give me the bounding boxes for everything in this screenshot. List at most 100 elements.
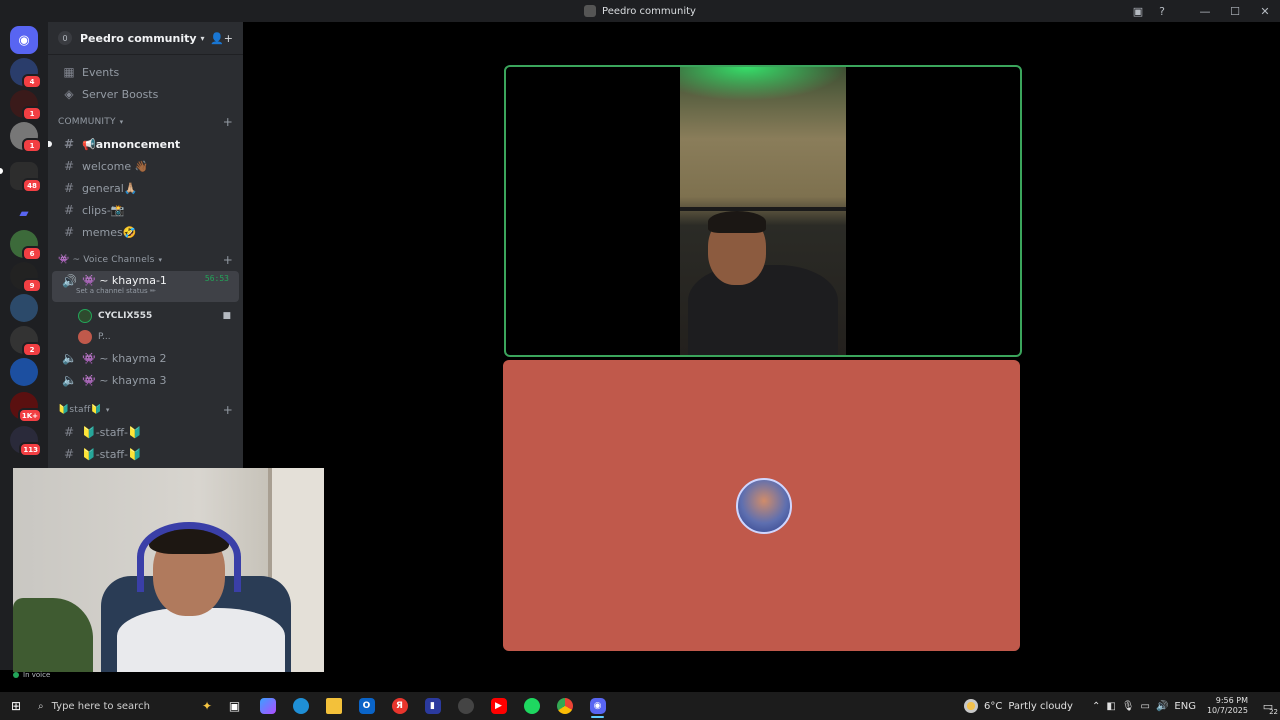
channel-welcome[interactable]: # welcome 👋🏾 [52, 155, 239, 177]
sidebar-item-server-boosts[interactable]: ◈ Server Boosts [52, 83, 239, 105]
add-channel-icon[interactable]: + [223, 403, 233, 417]
channel-staff[interactable]: # 🔰-staff-🔰 [52, 421, 239, 443]
add-channel-icon[interactable]: + [223, 253, 233, 267]
server-icon[interactable]: 9 [10, 262, 42, 293]
voice-timer: 56:53 [204, 274, 229, 283]
channel-clips[interactable]: # clips-📸 [52, 199, 239, 221]
video-tile-camera[interactable] [504, 65, 1022, 357]
chrome-icon[interactable] [548, 692, 581, 720]
badge: 9 [22, 278, 42, 293]
inbox-icon[interactable]: ▣ [1126, 0, 1150, 22]
maximize-button[interactable]: ☐ [1220, 0, 1250, 22]
channel-label: 👾 ~ khayma 3 [82, 373, 167, 387]
status-dot [13, 672, 19, 678]
hash-icon: # [63, 181, 75, 195]
server-icon[interactable]: 1 [10, 122, 42, 153]
voice-channel-khayma-2[interactable]: 🔈 👾 ~ khayma 2 [52, 347, 239, 369]
chevron-up-icon[interactable]: ⌃ [1092, 701, 1100, 712]
task-view-icon[interactable]: ▣ [218, 692, 251, 720]
windows-start-icon[interactable]: ⊞ [0, 692, 32, 720]
chevron-down-icon: ▾ [200, 33, 205, 43]
channel-label: clips-📸 [82, 203, 125, 217]
headset [137, 522, 241, 592]
invite-people-icon[interactable]: 👤+ [210, 32, 233, 45]
discord-home-icon[interactable]: ◉ [10, 26, 38, 54]
hash-icon: # [63, 225, 75, 239]
server-header[interactable]: 0 Peedro community ▾ 👤+ [48, 22, 243, 55]
video-tile-avatar[interactable] [503, 360, 1020, 651]
folder-icon[interactable]: ▰ [14, 206, 34, 222]
channel-staff-2[interactable]: # 🔰-staff-🔰 [52, 443, 239, 465]
voice-user-cyclix555[interactable]: CYCLIX555 ■ [48, 305, 243, 326]
speaker-icon: 🔈 [62, 351, 77, 365]
help-icon[interactable]: ? [1150, 0, 1174, 22]
channel-label: 🔰-staff-🔰 [82, 425, 142, 439]
discord-icon[interactable]: ◉ [581, 692, 614, 720]
window-controls: ▣ ? — ☐ ✕ [1126, 0, 1280, 22]
person-hoodie [688, 265, 838, 355]
voice-user-p[interactable]: P... [48, 326, 243, 347]
badge: 4 [22, 74, 42, 89]
category-staff[interactable]: 🔰staff🔰 ▾ + [48, 399, 243, 421]
yandex-icon[interactable]: Я [383, 692, 416, 720]
outlook-icon[interactable]: O [350, 692, 383, 720]
badge: 6 [22, 246, 42, 261]
close-button[interactable]: ✕ [1250, 0, 1280, 22]
window-titlebar: Peedro community ▣ ? — ☐ ✕ [0, 0, 1280, 22]
badge: 2 [22, 342, 42, 357]
server-icon[interactable] [10, 358, 38, 386]
server-count: 0 [58, 31, 72, 45]
speaker-icon: 🔊 [62, 274, 77, 288]
minimize-button[interactable]: — [1190, 0, 1220, 22]
chevron-down-icon: ▾ [158, 256, 163, 264]
notification-icon[interactable]: ▭ 22 [1256, 692, 1280, 720]
server-icon[interactable]: 2 [10, 326, 42, 357]
clock[interactable]: 9:56 PM 10/7/2025 [1207, 696, 1248, 716]
category-community[interactable]: COMMUNITY ▾ + [48, 111, 243, 133]
server-icon[interactable] [10, 294, 38, 322]
hash-icon: # [63, 137, 75, 151]
clock-time: 9:56 PM [1215, 696, 1248, 705]
calendar-icon: ▦ [63, 65, 75, 79]
sidebar-item-events[interactable]: ▦ Events [52, 61, 239, 83]
circle-app-icon[interactable] [449, 692, 482, 720]
volume-icon[interactable]: 🔊 [1156, 701, 1168, 712]
voice-channel-khayma-1[interactable]: 🔊 👾 ~ khayma-1 56:53 Set a channel statu… [52, 271, 239, 302]
add-channel-icon[interactable]: + [223, 115, 233, 129]
unread-indicator [48, 141, 52, 147]
channel-annoncement[interactable]: # 📢annoncement [48, 133, 239, 155]
channel-label: 👾 ~ khayma-1 [82, 274, 167, 287]
microphone-icon[interactable]: 🎙 [1122, 701, 1135, 712]
partly-cloudy-icon [963, 699, 978, 713]
voice-user-name: P... [98, 331, 111, 342]
badge: 113 [19, 442, 42, 457]
channel-status[interactable]: Set a channel status ✏ [76, 287, 156, 295]
chevron-down-icon: ▾ [105, 406, 110, 414]
server-icon[interactable]: 1K+ [10, 392, 42, 423]
category-voice-channels[interactable]: 👾 ~ Voice Channels ▾ + [48, 249, 243, 271]
server-folder-icon[interactable]: 48 [10, 162, 42, 193]
file-explorer-icon[interactable] [317, 692, 350, 720]
voice-channel-khayma-3[interactable]: 🔈 👾 ~ khayma 3 [52, 369, 239, 391]
server-icon[interactable]: 4 [10, 58, 42, 89]
server-icon [584, 5, 597, 17]
badge: 48 [22, 178, 42, 193]
youtube-icon[interactable]: ▶ [482, 692, 515, 720]
taskbar-search[interactable]: ⌕ Type here to search ✦ [32, 692, 218, 720]
server-icon[interactable]: 1 [10, 90, 42, 121]
language-indicator[interactable]: ENG [1174, 701, 1196, 712]
sparkle-icon: ✦ [201, 699, 212, 713]
channel-memes[interactable]: # memes🤣 [52, 221, 239, 243]
copilot-icon[interactable] [251, 692, 284, 720]
meet-now-icon[interactable]: ◧ [1106, 701, 1115, 712]
chart-app-icon[interactable]: ▮ [416, 692, 449, 720]
edge-icon[interactable] [284, 692, 317, 720]
server-icon[interactable]: 113 [10, 426, 42, 457]
category-label: 👾 ~ Voice Channels [58, 255, 155, 265]
sidebar-item-label: Server Boosts [82, 87, 159, 101]
server-icon[interactable]: 6 [10, 230, 42, 261]
spotify-icon[interactable] [515, 692, 548, 720]
channel-general[interactable]: # general🙏🏼 [52, 177, 239, 199]
network-icon[interactable]: ▭ [1141, 701, 1150, 712]
weather-widget[interactable]: 6°C Partly cloudy [963, 699, 1073, 713]
